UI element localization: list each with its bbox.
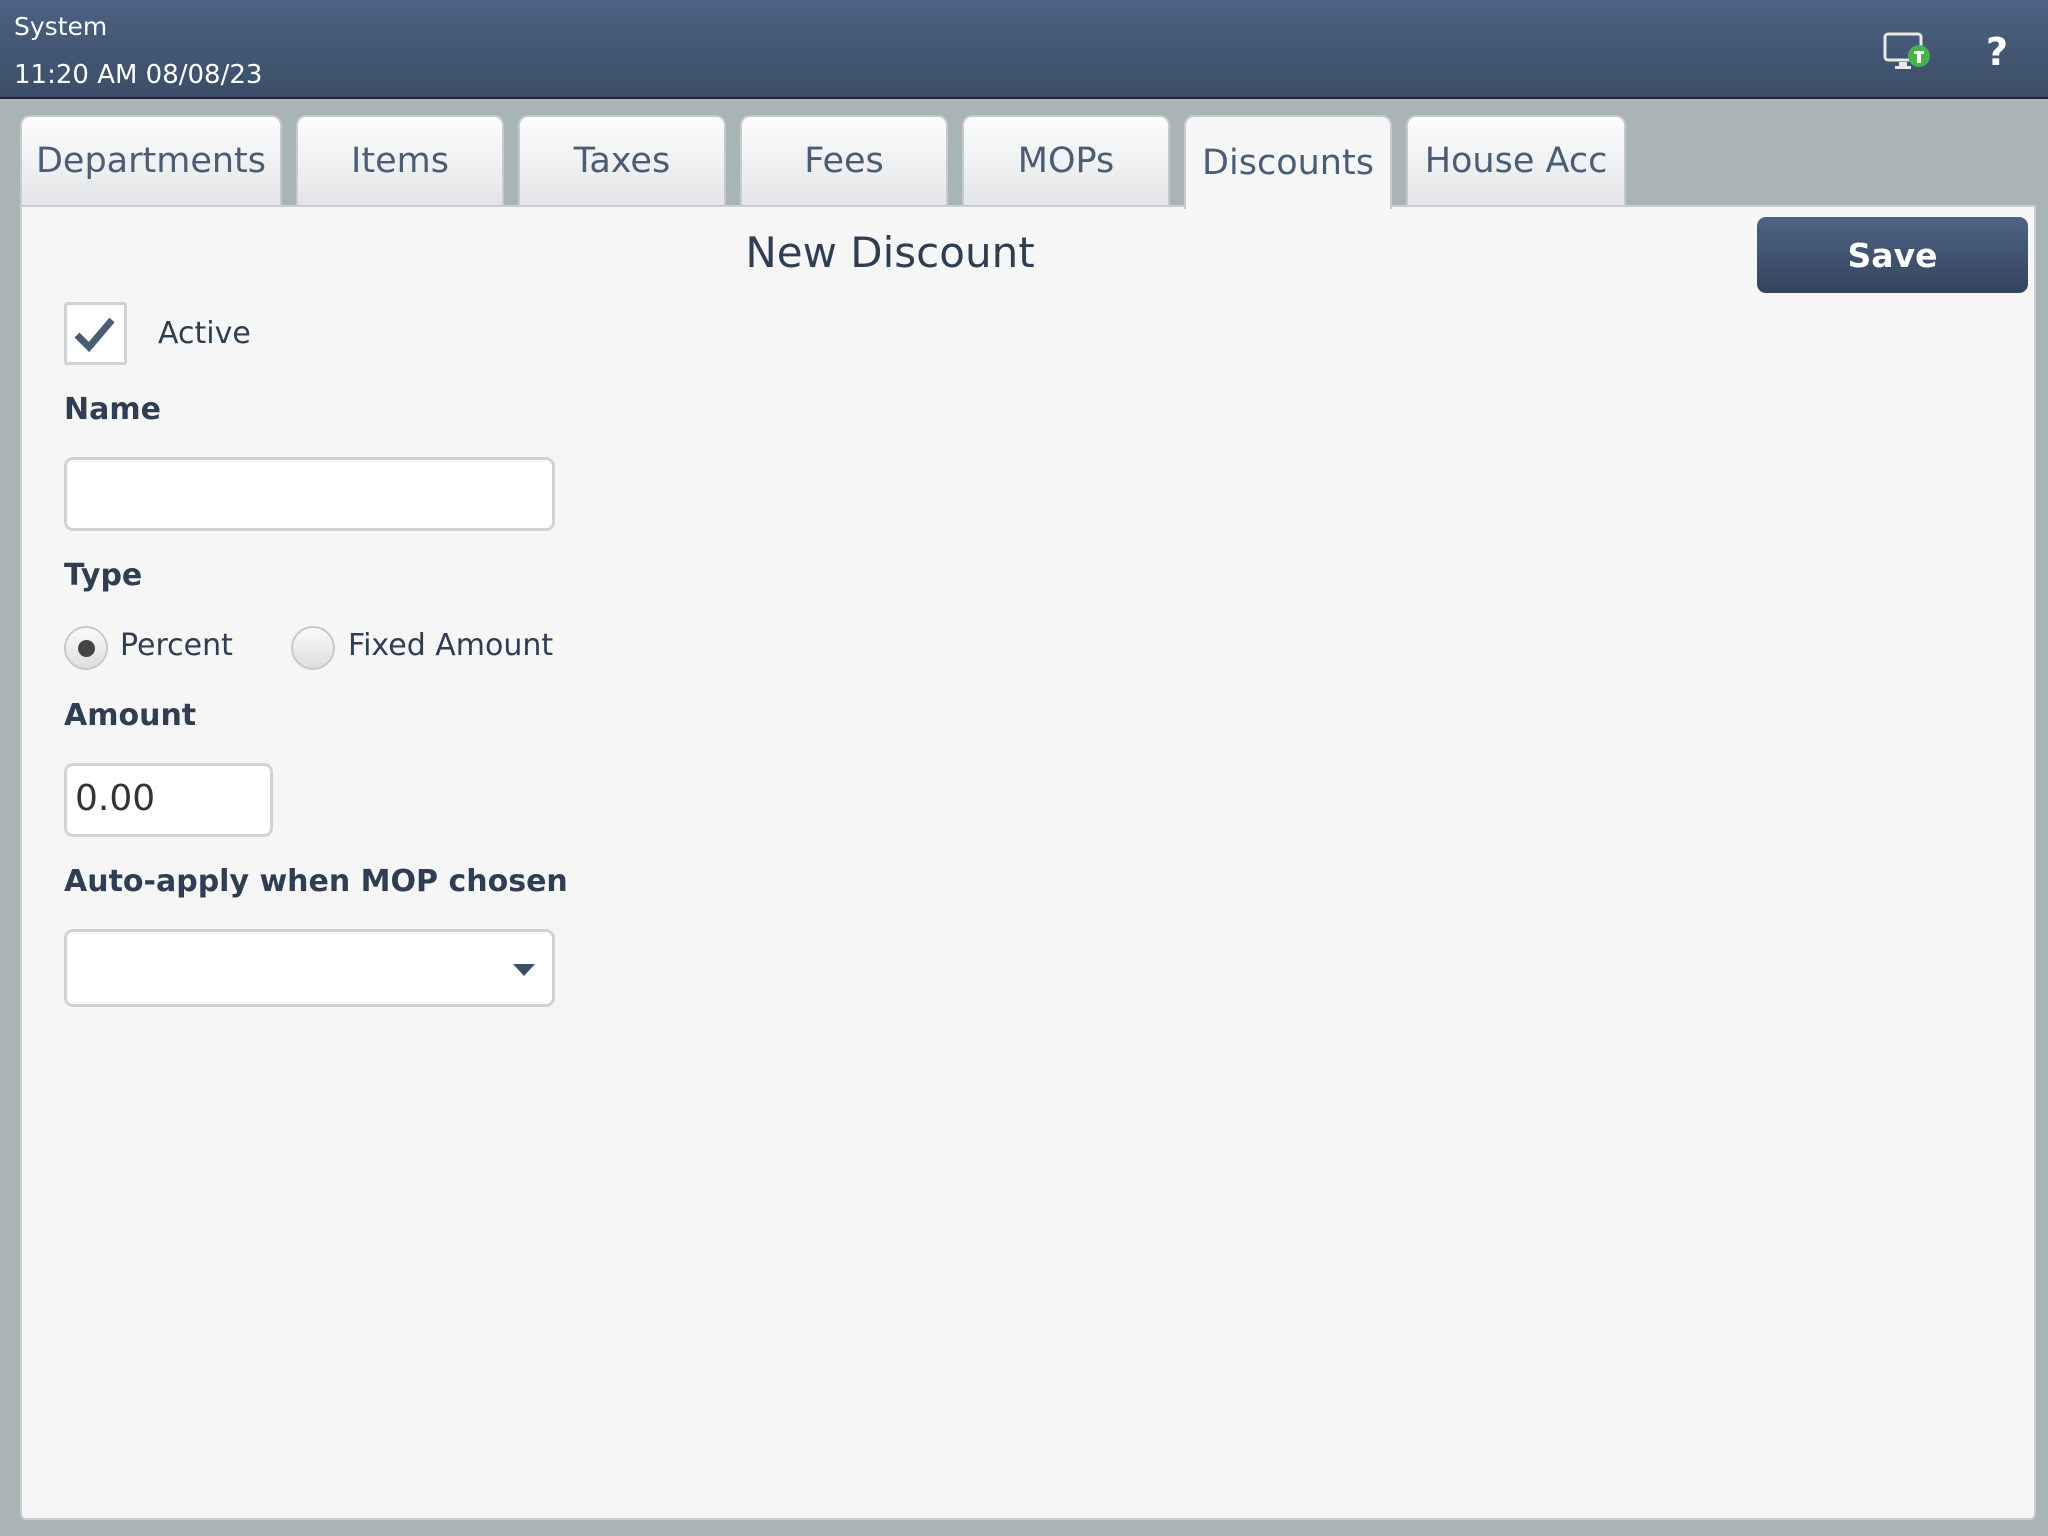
active-checkbox[interactable] [64,302,127,365]
fixed-amount-radio[interactable] [291,626,335,670]
app-title: System [14,12,108,41]
active-label: Active [158,316,251,351]
percent-radio-label[interactable]: Percent [120,628,233,663]
top-bar: System 11:20 AM 08/08/23 ? [0,0,2048,99]
tab-house-acc[interactable]: House Acc [1406,115,1626,205]
tab-mops[interactable]: MOPs [962,115,1170,205]
type-label: Type [64,558,143,593]
save-button[interactable]: Save [1757,217,2028,293]
chevron-down-icon [513,964,535,976]
autoapply-label: Auto-apply when MOP chosen [64,864,568,899]
tab-fees[interactable]: Fees [740,115,948,205]
percent-radio[interactable] [64,626,108,670]
amount-label: Amount [64,698,197,733]
discount-panel [20,205,2036,1520]
page-title: New Discount [745,228,1035,277]
help-icon[interactable]: ? [1986,30,2008,74]
tab-discounts[interactable]: Discounts [1184,115,1392,209]
tab-departments[interactable]: Departments [20,115,282,205]
tab-taxes[interactable]: Taxes [518,115,726,205]
name-label: Name [64,392,161,427]
amount-input[interactable]: 0.00 [64,763,273,837]
name-input[interactable] [64,457,555,531]
checkmark-icon [74,317,115,353]
network-status-icon[interactable] [1882,32,1932,76]
fixed-amount-radio-label[interactable]: Fixed Amount [348,628,553,663]
tab-items[interactable]: Items [296,115,504,205]
autoapply-mop-select[interactable] [64,929,555,1007]
datetime: 11:20 AM 08/08/23 [14,60,263,90]
